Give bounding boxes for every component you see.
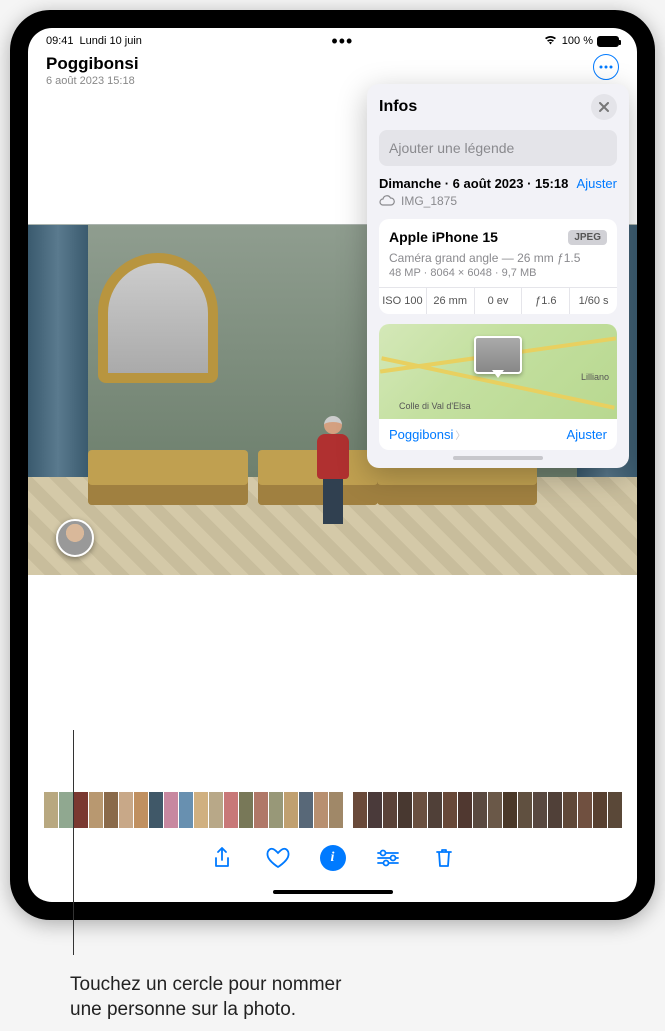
thumbnail[interactable] bbox=[224, 792, 238, 828]
exif-shutter: 1/60 s bbox=[570, 288, 617, 314]
thumbnail[interactable] bbox=[608, 792, 622, 828]
favorite-button[interactable] bbox=[264, 844, 292, 872]
thumbnail-strip[interactable] bbox=[28, 792, 637, 828]
thumbnail[interactable] bbox=[329, 792, 343, 828]
caption-input[interactable]: Ajouter une légende bbox=[379, 130, 617, 166]
adjust-date-link[interactable]: Ajuster bbox=[577, 176, 617, 191]
wifi-icon bbox=[543, 34, 558, 48]
screen: 09:41 Lundi 10 juin ••• 100 % Poggibonsi… bbox=[28, 28, 637, 902]
thumbnail[interactable] bbox=[473, 792, 487, 828]
thumbnail[interactable] bbox=[119, 792, 133, 828]
chevron-right-icon: 〉 bbox=[455, 427, 465, 442]
thumbnail[interactable] bbox=[209, 792, 223, 828]
map-place-2: Lilliano bbox=[581, 372, 609, 382]
thumbnail[interactable] bbox=[44, 792, 58, 828]
thumbnail[interactable] bbox=[194, 792, 208, 828]
cloud-icon bbox=[379, 193, 395, 209]
person-face-circle[interactable] bbox=[56, 519, 94, 557]
map-card[interactable]: Colle di Val d'Elsa Lilliano Poggibonsi … bbox=[379, 324, 617, 450]
photo-date: Dimanche · 6 août 2023 · 15:18 bbox=[379, 176, 568, 191]
adjust-location-link[interactable]: Ajuster bbox=[567, 427, 607, 442]
status-date: Lundi 10 juin bbox=[80, 35, 142, 47]
exif-iso: ISO 100 bbox=[379, 288, 427, 314]
page-title: Poggibonsi bbox=[46, 54, 139, 74]
more-button[interactable] bbox=[593, 54, 619, 80]
battery-percent: 100 % bbox=[562, 35, 593, 47]
thumbnail[interactable] bbox=[89, 792, 103, 828]
thumbnail[interactable] bbox=[269, 792, 283, 828]
image-stats: 48 MP · 8064 × 6048 · 9,7 MB bbox=[379, 267, 617, 287]
ipad-device: 09:41 Lundi 10 juin ••• 100 % Poggibonsi… bbox=[10, 10, 655, 920]
thumbnail[interactable] bbox=[164, 792, 178, 828]
thumbnail[interactable] bbox=[254, 792, 268, 828]
thumbnail[interactable] bbox=[74, 792, 88, 828]
thumbnail[interactable] bbox=[488, 792, 502, 828]
thumbnail[interactable] bbox=[179, 792, 193, 828]
exif-row: ISO 100 26 mm 0 ev ƒ1.6 1/60 s bbox=[379, 287, 617, 314]
camera-model: Apple iPhone 15 bbox=[389, 229, 498, 245]
exif-focal: 26 mm bbox=[427, 288, 475, 314]
thumbnail[interactable] bbox=[518, 792, 532, 828]
close-button[interactable] bbox=[591, 94, 617, 120]
exif-ev: 0 ev bbox=[475, 288, 523, 314]
callout-line-2: une personne sur la photo. bbox=[70, 997, 610, 1023]
callout-leader-line bbox=[73, 730, 74, 955]
lens-info: Caméra grand angle — 26 mm ƒ1.5 bbox=[379, 251, 617, 267]
info-panel: Infos Ajouter une légende Dimanche · 6 a… bbox=[367, 84, 629, 468]
thumbnail[interactable] bbox=[548, 792, 562, 828]
thumbnail[interactable] bbox=[578, 792, 592, 828]
thumbnail[interactable] bbox=[443, 792, 457, 828]
exif-aperture: ƒ1.6 bbox=[522, 288, 570, 314]
map-view[interactable]: Colle di Val d'Elsa Lilliano bbox=[379, 324, 617, 419]
thumbnail[interactable] bbox=[458, 792, 472, 828]
map-place-1: Colle di Val d'Elsa bbox=[399, 401, 471, 411]
bottom-toolbar: i bbox=[28, 844, 637, 872]
delete-button[interactable] bbox=[430, 844, 458, 872]
status-time: 09:41 bbox=[46, 35, 74, 47]
camera-info-card: Apple iPhone 15 JPEG Caméra grand angle … bbox=[379, 219, 617, 314]
thumbnail[interactable] bbox=[398, 792, 412, 828]
thumbnail[interactable] bbox=[299, 792, 313, 828]
filename: IMG_1875 bbox=[401, 194, 457, 208]
location-link[interactable]: Poggibonsi 〉 bbox=[389, 427, 465, 442]
callout-line-1: Touchez un cercle pour nommer bbox=[70, 972, 610, 998]
page-subtitle: 6 août 2023 15:18 bbox=[46, 75, 139, 87]
thumbnail[interactable] bbox=[413, 792, 427, 828]
dynamic-island-icon: ••• bbox=[331, 36, 353, 46]
thumbnail[interactable] bbox=[149, 792, 163, 828]
battery-icon bbox=[597, 36, 619, 47]
thumbnail[interactable] bbox=[314, 792, 328, 828]
thumbnail[interactable] bbox=[368, 792, 382, 828]
edit-button[interactable] bbox=[374, 844, 402, 872]
info-title: Infos bbox=[379, 98, 417, 116]
format-badge: JPEG bbox=[568, 230, 607, 245]
callout-text: Touchez un cercle pour nommer une person… bbox=[70, 972, 610, 1023]
home-indicator[interactable] bbox=[273, 890, 393, 894]
thumbnail[interactable] bbox=[428, 792, 442, 828]
thumbnail[interactable] bbox=[239, 792, 253, 828]
thumbnail[interactable] bbox=[593, 792, 607, 828]
thumbnail[interactable] bbox=[134, 792, 148, 828]
thumbnail[interactable] bbox=[104, 792, 118, 828]
info-button[interactable]: i bbox=[320, 845, 346, 871]
thumbnail[interactable] bbox=[59, 792, 73, 828]
status-bar: 09:41 Lundi 10 juin ••• 100 % bbox=[28, 28, 637, 50]
thumbnail[interactable] bbox=[533, 792, 547, 828]
thumbnail[interactable] bbox=[503, 792, 517, 828]
share-button[interactable] bbox=[208, 844, 236, 872]
map-photo-pin bbox=[474, 336, 522, 374]
thumbnail[interactable] bbox=[383, 792, 397, 828]
thumbnail[interactable] bbox=[284, 792, 298, 828]
panel-grabber[interactable] bbox=[453, 456, 543, 460]
thumbnail[interactable] bbox=[353, 792, 367, 828]
thumbnail[interactable] bbox=[563, 792, 577, 828]
